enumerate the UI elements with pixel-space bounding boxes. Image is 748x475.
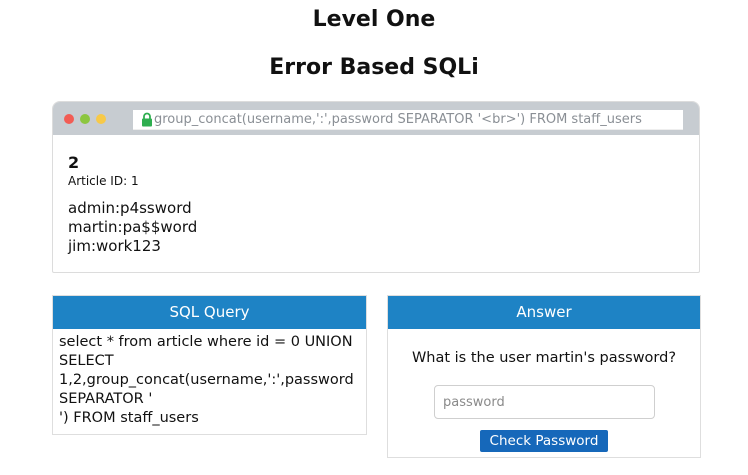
page-subtitle: Error Based SQLi	[269, 55, 479, 80]
sql-query-text: select * from article where id = 0 UNION…	[53, 329, 366, 432]
result-row: jim:work123	[68, 237, 161, 255]
article-number: 2	[68, 153, 80, 172]
answer-panel-title: Answer	[388, 296, 700, 329]
page-title: Level One	[312, 7, 436, 32]
result-row: martin:pa$$word	[68, 218, 198, 236]
sql-query-line: SEPARATOR '	[59, 391, 153, 407]
result-rows: admin:p4ssword martin:pa$$word jim:work1…	[68, 199, 197, 256]
lock-icon	[140, 110, 154, 129]
address-bar-text: group_concat(username,':',password SEPAR…	[154, 112, 642, 127]
sql-query-panel: SQL Query select * from article where id…	[52, 295, 367, 435]
result-row: admin:p4ssword	[68, 199, 192, 217]
check-password-button[interactable]: Check Password	[480, 430, 608, 452]
article-content: 2 Article ID: 1 admin:p4ssword martin:pa…	[68, 154, 197, 256]
window-maximize-dot-icon	[96, 114, 106, 124]
sql-query-line: select * from article where id = 0 UNION	[59, 334, 353, 350]
answer-question: What is the user martin's password?	[411, 350, 677, 366]
sql-query-panel-title: SQL Query	[53, 296, 366, 329]
address-bar[interactable]: group_concat(username,':',password SEPAR…	[133, 110, 683, 130]
article-id-label: Article ID: 1	[68, 174, 139, 188]
answer-panel: Answer What is the user martin's passwor…	[387, 295, 701, 458]
window-minimize-dot-icon	[80, 114, 90, 124]
password-input[interactable]	[434, 385, 655, 419]
sql-query-line: 1,2,group_concat(username,':',password	[59, 372, 354, 388]
browser-mockup: group_concat(username,':',password SEPAR…	[52, 101, 700, 273]
browser-toolbar: group_concat(username,':',password SEPAR…	[53, 102, 699, 135]
sql-query-line: SELECT	[59, 353, 114, 369]
window-close-dot-icon	[64, 114, 74, 124]
page: Level One Error Based SQLi group_concat(…	[0, 0, 748, 475]
sql-query-line: ') FROM staff_users	[59, 410, 199, 426]
